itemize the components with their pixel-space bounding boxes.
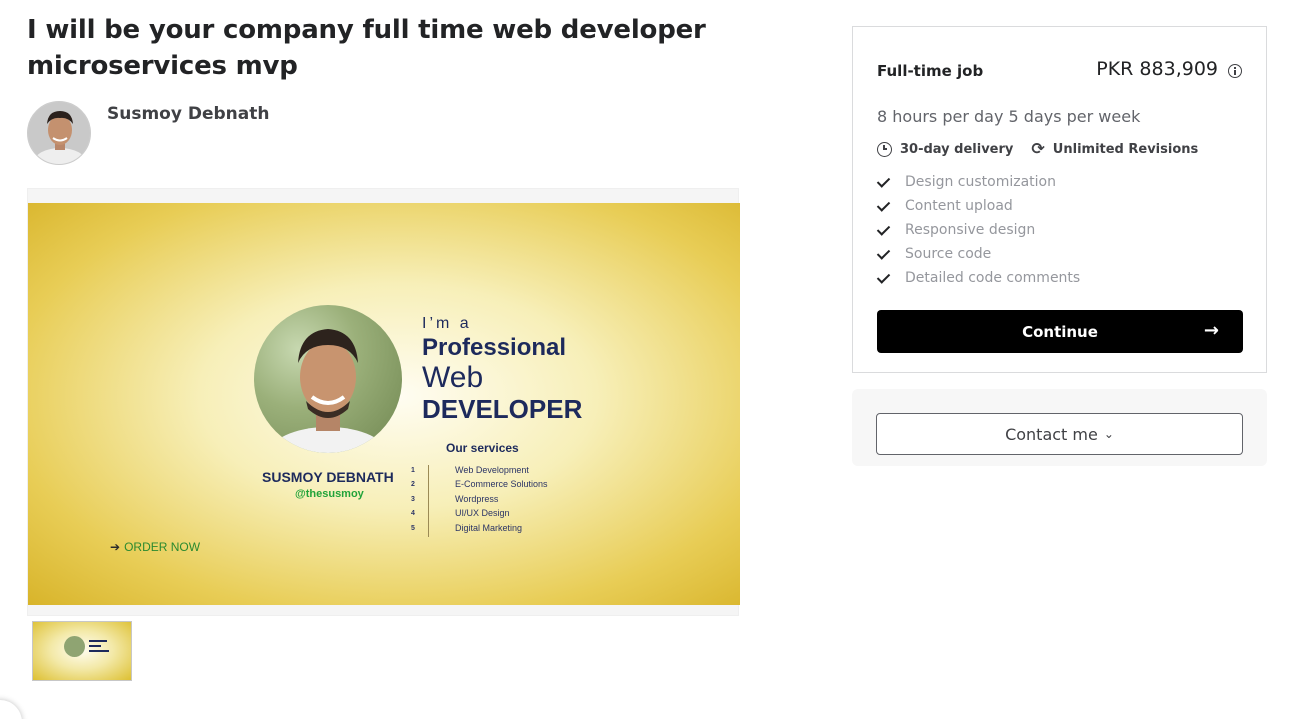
- feature-label: Detailed code comments: [905, 270, 1081, 286]
- check-icon: [877, 174, 893, 190]
- service-text: UI/UX Design: [455, 508, 510, 519]
- package-features: Design customization Content upload Resp…: [877, 170, 1080, 290]
- check-icon: [877, 270, 893, 286]
- feature-item: Detailed code comments: [877, 266, 1080, 290]
- contact-label: Contact me: [1005, 424, 1098, 444]
- feature-item: Design customization: [877, 170, 1080, 194]
- clock-icon: [877, 141, 892, 157]
- feature-label: Content upload: [905, 198, 1013, 214]
- contact-section: Contact me ⌄: [852, 389, 1267, 466]
- continue-button[interactable]: Continue →: [877, 310, 1243, 353]
- chat-bubble[interactable]: [0, 700, 22, 719]
- thumbnail-line: [89, 640, 107, 642]
- package-panel: Full-time job PKR 883,909 8 hours per da…: [852, 26, 1267, 373]
- banner-portrait: [254, 305, 402, 453]
- refresh-icon: ⟳: [1031, 139, 1045, 158]
- service-number: 4: [411, 510, 415, 518]
- arrow-right-icon: ➔: [110, 540, 121, 554]
- feature-label: Responsive design: [905, 222, 1036, 238]
- continue-label: Continue: [1022, 322, 1098, 341]
- avatar-photo: [28, 102, 90, 164]
- banner-developer: DEVELOPER: [422, 394, 583, 424]
- service-number: 1: [411, 467, 415, 474]
- banner-services-list: 1 Web Development 2 E-Commerce Solutions 3…: [411, 465, 548, 537]
- package-name: Full-time job: [877, 62, 984, 80]
- chevron-down-icon: ⌄: [1103, 427, 1114, 441]
- service-text: Wordpress: [455, 493, 499, 504]
- package-description: 8 hours per day 5 days per week: [877, 107, 1141, 126]
- gallery-thumbnail[interactable]: [32, 621, 132, 681]
- order-now-text: ORDER NOW: [124, 540, 201, 554]
- contact-me-button[interactable]: Contact me ⌄: [876, 413, 1243, 455]
- feature-item: Content upload: [877, 194, 1080, 218]
- feature-label: Source code: [905, 246, 992, 262]
- service-text: Digital Marketing: [455, 522, 523, 533]
- thumbnail-line: [89, 650, 109, 652]
- feature-item: Responsive design: [877, 218, 1080, 242]
- banner-web: Web: [422, 361, 484, 394]
- gig-title: I will be your company full time web dev…: [27, 15, 706, 81]
- package-meta: 30-day delivery ⟳ Unlimited Revisions: [877, 141, 1198, 157]
- service-text: E-Commerce Solutions: [455, 479, 548, 490]
- package-price: PKR 883,909: [1096, 58, 1218, 80]
- revisions-count: Unlimited Revisions: [1052, 141, 1199, 157]
- check-icon: [877, 246, 893, 262]
- seller-name[interactable]: Susmoy Debnath: [107, 104, 269, 165]
- delivery-time: 30-day delivery: [900, 141, 1014, 157]
- banner-handle: @thesusmoy: [295, 488, 364, 500]
- check-icon: [877, 222, 893, 238]
- feature-label: Design customization: [905, 174, 1056, 190]
- service-text: Web Development: [455, 465, 529, 475]
- seller-avatar[interactable]: [27, 101, 91, 165]
- banner-im-a: I’m a: [422, 315, 472, 332]
- arrow-right-icon: →: [1203, 320, 1219, 341]
- check-icon: [877, 198, 893, 214]
- service-number: 3: [411, 495, 415, 503]
- banner-professional: Professional: [422, 334, 567, 361]
- gig-gallery[interactable]: I’m a Professional Web DEVELOPER SUSMOY …: [27, 188, 740, 616]
- service-number: 2: [411, 481, 415, 489]
- thumbnail-line: [89, 645, 101, 647]
- service-number: 5: [411, 524, 415, 532]
- banner-services-title: Our services: [446, 441, 519, 455]
- seller-overview: Susmoy Debnath: [27, 101, 269, 165]
- thumbnail-portrait: [64, 636, 85, 657]
- gallery-main-image[interactable]: I’m a Professional Web DEVELOPER SUSMOY …: [28, 203, 740, 605]
- info-icon[interactable]: [1228, 64, 1242, 78]
- banner-name: SUSMOY DEBNATH: [262, 469, 394, 485]
- banner-order-now: ➔ ORDER NOW: [110, 540, 200, 554]
- feature-item: Source code: [877, 242, 1080, 266]
